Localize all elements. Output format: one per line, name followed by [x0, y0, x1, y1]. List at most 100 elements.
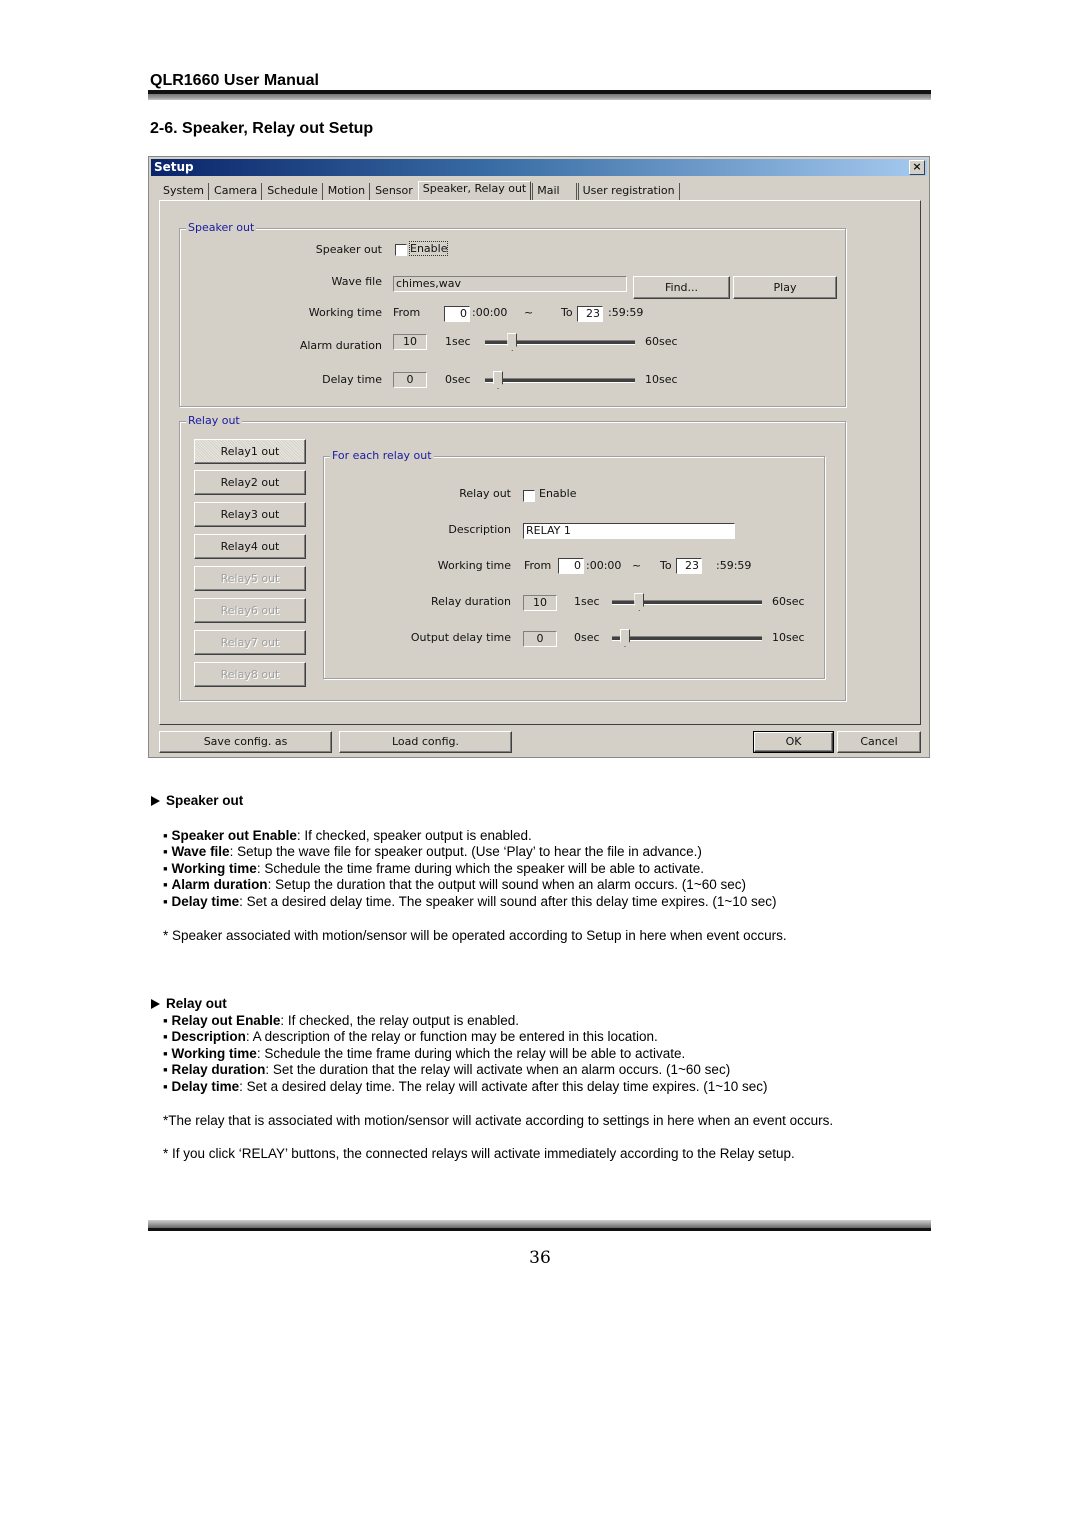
triangle-bullet-icon	[151, 796, 160, 806]
slider-thumb[interactable]	[507, 333, 518, 351]
save-config-button[interactable]: Save config. as	[159, 731, 332, 753]
tab-camera[interactable]: Camera	[210, 183, 263, 200]
bullet-icon: ▪	[163, 1012, 172, 1028]
page-number: 36	[529, 1248, 551, 1268]
cancel-button[interactable]: Cancel	[837, 731, 921, 753]
play-button[interactable]: Play	[733, 276, 837, 299]
section-title: 2-6. Speaker, Relay out Setup	[150, 120, 374, 137]
duration-min-label: 1sec	[574, 595, 600, 608]
speaker-note: * Speaker associated with motion/sensor …	[163, 927, 787, 943]
relay-out-label: Relay out	[459, 487, 511, 500]
alarm-max-label: 60sec	[645, 335, 678, 348]
relay-enable-checkbox[interactable]	[523, 490, 535, 502]
relay-to-label: To	[660, 559, 672, 572]
tilde: ~	[524, 306, 534, 319]
wave-file-input[interactable]: chimes,wav	[393, 276, 627, 292]
close-button[interactable]: ×	[909, 160, 925, 175]
tab-motion[interactable]: Motion	[324, 183, 371, 200]
speaker-out-heading: Speaker out	[151, 793, 787, 810]
list-item-text: : Schedule the time frame during which t…	[256, 860, 705, 876]
slider-thumb[interactable]	[493, 371, 503, 389]
from-suffix: :00:00	[472, 306, 508, 319]
tab-system[interactable]: System	[159, 183, 210, 200]
bullet-icon: ▪	[163, 1029, 172, 1045]
relay3-out-button[interactable]: Relay3 out	[194, 502, 306, 527]
speaker-out-list: ▪ Speaker out Enable: If checked, speake…	[151, 828, 787, 911]
load-config-button[interactable]: Load config.	[339, 731, 512, 753]
output-delay-slider[interactable]	[612, 629, 762, 649]
relay-tilde: ~	[632, 559, 642, 572]
tab-speaker-relay-out[interactable]: Speaker, Relay out	[417, 181, 532, 201]
relay-from-suffix: :00:00	[586, 559, 622, 572]
output-delay-max-label: 10sec	[772, 631, 805, 644]
close-icon: ×	[912, 160, 922, 173]
tab-user-registration[interactable]: User registration	[577, 183, 680, 200]
relay-duration-slider[interactable]	[612, 593, 762, 613]
speaker-out-group: Speaker out Speaker out Enable Wave file…	[179, 221, 846, 407]
alarm-duration-slider[interactable]	[485, 333, 635, 353]
relay1-out-button[interactable]: Relay1 out	[194, 439, 306, 464]
relay-out-section: Relay out ▪ Relay out Enable: If checked…	[151, 996, 833, 1163]
relay-from-hour-input[interactable]: 0	[558, 558, 584, 574]
relay-note-1: *The relay that is associated with motio…	[163, 1112, 834, 1128]
list-item: ▪ Description: A description of the rela…	[151, 1029, 833, 1046]
list-item: ▪ Working time: Schedule the time frame …	[151, 861, 787, 878]
from-hour-input[interactable]: 0	[444, 306, 470, 322]
delay-min-label: 0sec	[445, 373, 471, 386]
list-item: ▪ Speaker out Enable: If checked, speake…	[151, 828, 787, 845]
description-input[interactable]: RELAY 1	[523, 523, 735, 539]
relay5-out-button[interactable]: Relay5 out	[194, 566, 306, 591]
list-item: ▪ Delay time: Set a desired delay time. …	[151, 894, 787, 911]
speaker-enable-label[interactable]: Enable	[408, 241, 449, 256]
speaker-out-heading-text: Speaker out	[166, 793, 244, 808]
relay7-out-button[interactable]: Relay7 out	[194, 630, 306, 655]
tab-sensor[interactable]: Sensor	[371, 183, 417, 200]
find-button[interactable]: Find...	[633, 276, 730, 299]
tab-mail[interactable]: Mail	[532, 183, 577, 200]
relay4-out-button[interactable]: Relay4 out	[194, 534, 306, 559]
relay-to-suffix: :59:59	[716, 559, 752, 572]
tab-schedule[interactable]: Schedule	[263, 183, 323, 200]
from-label: From	[393, 306, 421, 319]
relay8-out-button[interactable]: Relay8 out	[194, 662, 306, 687]
speaker-enable-checkbox[interactable]	[395, 244, 407, 256]
bullet-icon: ▪	[163, 877, 172, 893]
output-delay-value: 0	[523, 631, 557, 647]
relay-enable-label[interactable]: Enable	[539, 487, 576, 500]
list-item-text: : Setup the duration that the output wil…	[267, 877, 746, 893]
alarm-duration-label: Alarm duration	[299, 339, 382, 352]
relay2-out-button[interactable]: Relay2 out	[194, 470, 306, 495]
list-item-text: : Set a desired delay time. The relay wi…	[239, 1078, 768, 1094]
list-item: ▪ Relay out Enable: If checked, the rela…	[151, 1013, 833, 1030]
slider-thumb[interactable]	[620, 629, 630, 647]
list-item-text: : Set a desired delay time. The speaker …	[239, 893, 777, 909]
list-item-term: Delay time	[171, 893, 240, 909]
duration-max-label: 60sec	[772, 595, 805, 608]
dialog-titlebar[interactable]: Setup ×	[151, 159, 927, 176]
relay-out-group: Relay out Relay1 out Relay2 out Relay3 o…	[179, 414, 846, 701]
alarm-duration-value: 10	[393, 334, 427, 350]
description-label: Description	[448, 523, 511, 536]
ok-button[interactable]: OK	[753, 731, 834, 753]
to-hour-input[interactable]: 23	[577, 306, 603, 322]
slider-thumb[interactable]	[634, 593, 645, 611]
list-item: ▪ Alarm duration: Setup the duration tha…	[151, 877, 787, 894]
bullet-icon: ▪	[163, 827, 172, 843]
relay-note-2: * If you click ‘RELAY’ buttons, the conn…	[163, 1146, 795, 1162]
to-label: To	[561, 306, 573, 319]
for-each-relay-group-label: For each relay out	[330, 449, 434, 462]
relay-to-hour-input[interactable]: 23	[676, 558, 702, 574]
slider-track	[612, 636, 762, 641]
bullet-icon: ▪	[163, 860, 172, 876]
alarm-min-label: 1sec	[445, 335, 471, 348]
list-item-text: : If checked, the relay output is enable…	[280, 1012, 519, 1028]
relay6-out-button[interactable]: Relay6 out	[194, 598, 306, 623]
output-delay-label: Output delay time	[410, 631, 511, 644]
relay-out-heading: Relay out	[151, 996, 833, 1013]
delay-time-slider[interactable]	[485, 371, 635, 391]
header-rule	[148, 90, 931, 100]
list-item-term: Speaker out Enable	[171, 827, 297, 843]
relay-out-group-label: Relay out	[186, 414, 242, 427]
slider-track	[485, 378, 635, 383]
wave-file-label: Wave file	[331, 275, 382, 288]
